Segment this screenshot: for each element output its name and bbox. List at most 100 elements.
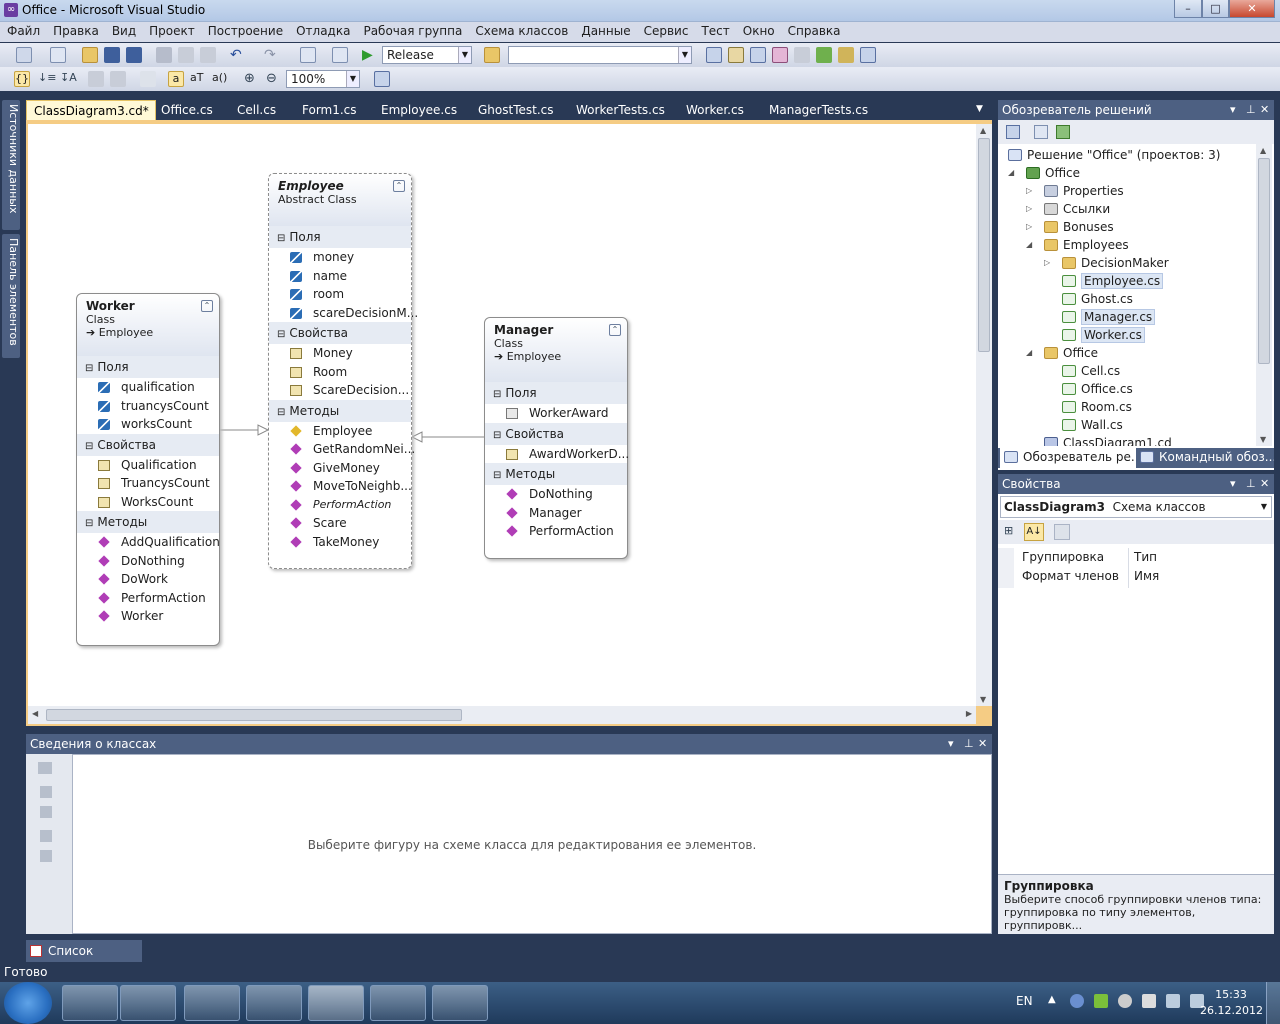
manager-class-shape[interactable]: Manager Class ➔ Employee ⌃ Поля WorkerAw…: [484, 317, 629, 559]
command-window-icon[interactable]: [860, 47, 876, 63]
tab-overflow-icon[interactable]: ▼: [976, 104, 983, 114]
undo-icon[interactable]: ↶: [230, 47, 246, 63]
canvas-horizontal-scrollbar[interactable]: ◀ ▶: [28, 706, 976, 724]
member-property[interactable]: TruancysCount: [77, 474, 219, 493]
categorized-icon[interactable]: ⊞: [1004, 524, 1020, 540]
start-page-icon[interactable]: [838, 47, 854, 63]
member-method[interactable]: DoWork: [77, 570, 219, 589]
property-pages-icon[interactable]: [1054, 524, 1070, 540]
layout-diagram-icon[interactable]: [88, 71, 104, 87]
section-fields[interactable]: Поля: [485, 382, 627, 404]
tree-project-office[interactable]: ◢ Office: [1008, 164, 1080, 182]
member-property[interactable]: Money: [269, 344, 411, 363]
section-methods[interactable]: Методы: [269, 399, 411, 422]
clock-time[interactable]: 15:33: [1212, 988, 1250, 1001]
zoom-select[interactable]: 100% ▼: [286, 70, 360, 88]
internet-explorer-icon[interactable]: [62, 985, 118, 1021]
cut-icon[interactable]: [156, 47, 172, 63]
tree-solution[interactable]: Решение "Office" (проектов: 3): [1008, 146, 1220, 164]
menu-team[interactable]: Рабочая группа: [356, 22, 468, 38]
show-all-files-icon[interactable]: [1034, 125, 1048, 139]
employee-class-shape[interactable]: Employee Abstract Class ⌃ Поля money nam…: [268, 173, 418, 569]
collapse-icon[interactable]: ⌃: [201, 300, 213, 312]
menu-debug[interactable]: Отладка: [289, 22, 356, 38]
section-properties[interactable]: Свойства: [269, 322, 411, 344]
tab-ghosttest-cs[interactable]: GhostTest.cs: [471, 100, 561, 121]
section-methods[interactable]: Методы: [485, 463, 627, 485]
vertical-scroll-thumb[interactable]: [978, 138, 990, 352]
tab-managertests-cs[interactable]: ManagerTests.cs: [762, 100, 875, 121]
chrome-icon[interactable]: [184, 985, 240, 1021]
menu-view[interactable]: Вид: [105, 22, 142, 38]
tab-data-sources[interactable]: Источники данных: [2, 100, 20, 230]
member-method[interactable]: Worker: [77, 607, 219, 626]
member-method[interactable]: GetRandomNei...: [269, 440, 415, 459]
object-browser-icon[interactable]: [750, 47, 766, 63]
member-field[interactable]: room: [269, 285, 411, 304]
tree-file-ghost-cs[interactable]: Ghost.cs: [1062, 290, 1133, 308]
tray-network-icon[interactable]: [1166, 994, 1180, 1008]
expand-all-icon[interactable]: [40, 806, 52, 818]
tree-references[interactable]: ▷ Ссылки: [1026, 200, 1110, 218]
close-icon[interactable]: ✕: [1260, 100, 1269, 120]
member-field[interactable]: worksCount: [77, 415, 219, 434]
menu-class-diagram[interactable]: Схема классов: [468, 22, 574, 38]
close-icon[interactable]: ✕: [978, 734, 987, 754]
worker-class-shape[interactable]: Worker Class ➔ Employee ⌃ Поля qualifica…: [76, 293, 220, 646]
member-field[interactable]: name: [269, 267, 411, 286]
panel-menu-icon[interactable]: ▾: [1230, 100, 1236, 120]
member-property[interactable]: Room: [269, 363, 411, 382]
find-combo[interactable]: ▼: [508, 46, 692, 64]
delete-icon[interactable]: [140, 71, 156, 87]
zoom-out-icon[interactable]: ⊖: [266, 71, 282, 87]
member-field[interactable]: qualification: [77, 378, 219, 397]
tab-team-explorer[interactable]: Командный обоз...: [1138, 448, 1274, 468]
member-method[interactable]: MoveToNeighb...: [269, 477, 412, 496]
scroll-up-icon[interactable]: ▲: [1260, 146, 1266, 155]
member-method[interactable]: GiveMoney: [269, 459, 411, 478]
tree-file-manager-cs[interactable]: Manager.cs: [1062, 308, 1156, 326]
tree-file-cell-cs[interactable]: Cell.cs: [1062, 362, 1120, 380]
pin-icon[interactable]: ⊥: [1246, 474, 1256, 494]
adjust-shapes-icon[interactable]: [110, 71, 126, 87]
alphabetical-icon[interactable]: A↓: [1024, 523, 1044, 541]
tree-folder-decisionmaker[interactable]: ▷ DecisionMaker: [1044, 254, 1169, 272]
property-value[interactable]: Имя: [1134, 569, 1159, 583]
section-fields[interactable]: Поля: [77, 356, 219, 378]
scroll-right-icon[interactable]: ▶: [966, 709, 972, 718]
tray-nvidia-icon[interactable]: [1094, 994, 1108, 1008]
menu-edit[interactable]: Правка: [46, 22, 105, 38]
tray-flag-icon[interactable]: [1142, 994, 1156, 1008]
member-property[interactable]: AwardWorkerD...: [485, 445, 629, 464]
horizontal-scroll-thumb[interactable]: [46, 709, 462, 721]
member-event[interactable]: WorkerAward: [485, 404, 627, 423]
scroll-left-icon[interactable]: ◀: [32, 709, 38, 718]
tab-form1-cs[interactable]: Form1.cs: [295, 100, 364, 121]
member-field[interactable]: scareDecisionM...: [269, 304, 418, 323]
scroll-down-icon[interactable]: ▼: [1260, 435, 1266, 444]
zoom-in-icon[interactable]: ⊕: [244, 71, 260, 87]
tab-employee-cs[interactable]: Employee.cs: [374, 100, 464, 121]
tab-solution-explorer[interactable]: Обозреватель ре...: [1000, 448, 1136, 468]
menu-project[interactable]: Проект: [142, 22, 201, 38]
group-by-kind-icon[interactable]: {}: [14, 71, 30, 87]
save-icon[interactable]: [104, 47, 120, 63]
member-abstract-method[interactable]: PerformAction: [269, 496, 411, 515]
tree-file-office-cs[interactable]: Office.cs: [1062, 380, 1133, 398]
sort-alphabetically-icon[interactable]: ↓≡: [38, 71, 56, 87]
tab-toolbox[interactable]: Панель элементов: [2, 234, 20, 358]
properties-window-icon[interactable]: [728, 47, 744, 63]
maximize-button[interactable]: □: [1202, 0, 1229, 18]
start-debugging-icon[interactable]: ▶: [362, 47, 378, 63]
file-explorer-icon[interactable]: [120, 985, 176, 1021]
member-method[interactable]: AddQualification: [77, 533, 220, 552]
tray-app-icon[interactable]: [1070, 994, 1084, 1008]
add-item-icon[interactable]: [50, 47, 66, 63]
extension-manager-icon[interactable]: [816, 47, 832, 63]
properties-icon[interactable]: [1006, 125, 1020, 139]
member-method[interactable]: DoNothing: [77, 552, 219, 571]
scroll-down-icon[interactable]: ▼: [980, 695, 986, 704]
member-property[interactable]: Qualification: [77, 456, 219, 475]
group-by-access-icon[interactable]: ↧A: [60, 71, 77, 87]
open-file-icon[interactable]: [82, 47, 98, 63]
